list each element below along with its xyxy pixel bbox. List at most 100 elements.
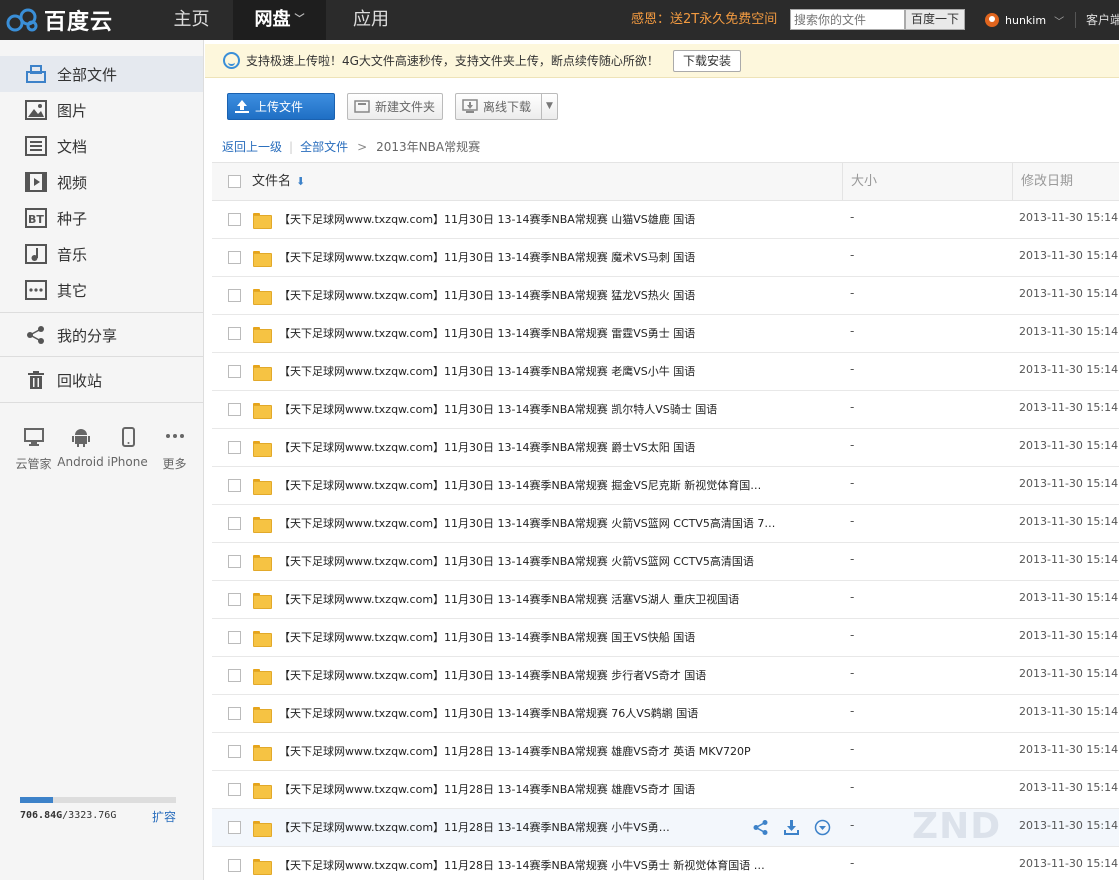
- table-row[interactable]: 【天下足球网www.txzqw.com】11月30日 13-14赛季NBA常规赛…: [212, 467, 1119, 505]
- table-row[interactable]: 【天下足球网www.txzqw.com】11月28日 13-14赛季NBA常规赛…: [212, 847, 1119, 880]
- row-checkbox[interactable]: [228, 745, 241, 758]
- device-links: 云管家 Android iPhone 更多: [10, 426, 198, 472]
- row-checkbox[interactable]: [228, 479, 241, 492]
- sidebar-item-torrents[interactable]: BT 种子: [0, 200, 203, 236]
- sidebar-item-music[interactable]: 音乐: [0, 236, 203, 272]
- file-name[interactable]: 【天下足球网www.txzqw.com】11月30日 13-14赛季NBA常规赛…: [279, 505, 775, 542]
- sidebar-item-all-files[interactable]: 全部文件: [0, 56, 203, 92]
- row-checkbox[interactable]: [228, 365, 241, 378]
- file-name[interactable]: 【天下足球网www.txzqw.com】11月28日 13-14赛季NBA常规赛…: [279, 771, 695, 808]
- file-date: 2013-11-30 15:14: [1019, 781, 1119, 794]
- row-checkbox[interactable]: [228, 517, 241, 530]
- file-name[interactable]: 【天下足球网www.txzqw.com】11月30日 13-14赛季NBA常规赛…: [279, 429, 695, 466]
- sidebar-item-videos[interactable]: 视频: [0, 164, 203, 200]
- chevron-down-icon[interactable]: ▼: [541, 94, 557, 119]
- upload-button[interactable]: 上传文件: [227, 93, 335, 120]
- file-name[interactable]: 【天下足球网www.txzqw.com】11月30日 13-14赛季NBA常规赛…: [279, 543, 754, 580]
- download-icon[interactable]: [783, 819, 800, 836]
- file-name[interactable]: 【天下足球网www.txzqw.com】11月30日 13-14赛季NBA常规赛…: [279, 277, 695, 314]
- row-checkbox[interactable]: [228, 441, 241, 454]
- sidebar-item-images[interactable]: 图片: [0, 92, 203, 128]
- file-name[interactable]: 【天下足球网www.txzqw.com】11月30日 13-14赛季NBA常规赛…: [279, 201, 695, 238]
- row-checkbox[interactable]: [228, 327, 241, 340]
- row-checkbox[interactable]: [228, 631, 241, 644]
- breadcrumb-back-link[interactable]: 返回上一级: [222, 138, 282, 155]
- table-row[interactable]: 【天下足球网www.txzqw.com】11月28日 13-14赛季NBA常规赛…: [212, 771, 1119, 809]
- file-name[interactable]: 【天下足球网www.txzqw.com】11月28日 13-14赛季NBA常规赛…: [279, 809, 670, 846]
- tab-netdisk[interactable]: 网盘 ﹀: [233, 0, 326, 40]
- tab-apps[interactable]: 应用: [326, 0, 416, 40]
- file-name[interactable]: 【天下足球网www.txzqw.com】11月30日 13-14赛季NBA常规赛…: [279, 353, 695, 390]
- table-row[interactable]: 【天下足球网www.txzqw.com】11月30日 13-14赛季NBA常规赛…: [212, 201, 1119, 239]
- table-row[interactable]: 【天下足球网www.txzqw.com】11月30日 13-14赛季NBA常规赛…: [212, 429, 1119, 467]
- column-header-date[interactable]: 修改日期: [1012, 163, 1119, 200]
- file-name[interactable]: 【天下足球网www.txzqw.com】11月30日 13-14赛季NBA常规赛…: [279, 619, 695, 656]
- logo[interactable]: 百度云: [0, 0, 150, 40]
- file-name[interactable]: 【天下足球网www.txzqw.com】11月30日 13-14赛季NBA常规赛…: [279, 581, 739, 618]
- row-checkbox[interactable]: [228, 669, 241, 682]
- tab-home-label: 主页: [173, 9, 210, 30]
- table-row[interactable]: 【天下足球网www.txzqw.com】11月30日 13-14赛季NBA常规赛…: [212, 277, 1119, 315]
- file-name[interactable]: 【天下足球网www.txzqw.com】11月30日 13-14赛季NBA常规赛…: [279, 391, 717, 428]
- row-checkbox[interactable]: [228, 859, 241, 872]
- column-header-name[interactable]: 文件名 ⬇: [252, 163, 305, 200]
- android-icon: [71, 429, 90, 447]
- select-all-checkbox[interactable]: [228, 175, 241, 188]
- promo-link[interactable]: 感恩：送2T永久免费空间: [631, 0, 777, 40]
- file-name[interactable]: 【天下足球网www.txzqw.com】11月28日 13-14赛季NBA常规赛…: [279, 847, 765, 880]
- table-row[interactable]: 【天下足球网www.txzqw.com】11月30日 13-14赛季NBA常规赛…: [212, 619, 1119, 657]
- sidebar-item-label: 回收站: [57, 371, 103, 390]
- sidebar-item-recycle-bin[interactable]: 回收站: [0, 362, 203, 398]
- row-checkbox[interactable]: [228, 783, 241, 796]
- file-name[interactable]: 【天下足球网www.txzqw.com】11月30日 13-14赛季NBA常规赛…: [279, 695, 698, 732]
- table-row[interactable]: 【天下足球网www.txzqw.com】11月30日 13-14赛季NBA常规赛…: [212, 505, 1119, 543]
- table-row[interactable]: 【天下足球网www.txzqw.com】11月30日 13-14赛季NBA常规赛…: [212, 657, 1119, 695]
- file-name[interactable]: 【天下足球网www.txzqw.com】11月30日 13-14赛季NBA常规赛…: [279, 239, 695, 276]
- file-name[interactable]: 【天下足球网www.txzqw.com】11月30日 13-14赛季NBA常规赛…: [279, 467, 761, 504]
- new-folder-button[interactable]: 新建文件夹: [347, 93, 443, 120]
- row-checkbox[interactable]: [228, 821, 241, 834]
- row-checkbox[interactable]: [228, 555, 241, 568]
- sidebar-item-documents[interactable]: 文档: [0, 128, 203, 164]
- device-iphone[interactable]: iPhone: [104, 426, 151, 472]
- table-row[interactable]: 【天下足球网www.txzqw.com】11月30日 13-14赛季NBA常规赛…: [212, 543, 1119, 581]
- client-link[interactable]: 客户端: [1086, 0, 1119, 40]
- phone-icon: [121, 427, 135, 447]
- file-name[interactable]: 【天下足球网www.txzqw.com】11月28日 13-14赛季NBA常规赛…: [279, 733, 751, 770]
- user-menu[interactable]: hunkim ﹀: [985, 0, 1064, 40]
- device-more[interactable]: 更多: [151, 426, 198, 472]
- file-size: -: [850, 476, 855, 490]
- row-checkbox[interactable]: [228, 403, 241, 416]
- table-row[interactable]: 【天下足球网www.txzqw.com】11月30日 13-14赛季NBA常规赛…: [212, 315, 1119, 353]
- table-row[interactable]: 【天下足球网www.txzqw.com】11月30日 13-14赛季NBA常规赛…: [212, 391, 1119, 429]
- share-icon[interactable]: [752, 819, 769, 836]
- device-desktop[interactable]: 云管家: [10, 426, 57, 472]
- table-row[interactable]: 【天下足球网www.txzqw.com】11月30日 13-14赛季NBA常规赛…: [212, 581, 1119, 619]
- table-row[interactable]: 【天下足球网www.txzqw.com】11月30日 13-14赛季NBA常规赛…: [212, 239, 1119, 277]
- table-row[interactable]: 【天下足球网www.txzqw.com】11月28日 13-14赛季NBA常规赛…: [212, 733, 1119, 771]
- device-android[interactable]: Android: [57, 426, 104, 472]
- breadcrumb-all-files-link[interactable]: 全部文件: [300, 138, 348, 155]
- row-checkbox[interactable]: [228, 213, 241, 226]
- file-name[interactable]: 【天下足球网www.txzqw.com】11月30日 13-14赛季NBA常规赛…: [279, 657, 706, 694]
- column-header-size[interactable]: 大小: [842, 163, 1012, 200]
- row-checkbox[interactable]: [228, 251, 241, 264]
- download-install-button[interactable]: 下载安装: [672, 49, 741, 72]
- row-checkbox[interactable]: [228, 289, 241, 302]
- expand-storage-link[interactable]: 扩容: [152, 808, 176, 825]
- table-row[interactable]: 【天下足球网www.txzqw.com】11月30日 13-14赛季NBA常规赛…: [212, 695, 1119, 733]
- row-checkbox[interactable]: [228, 707, 241, 720]
- search-input[interactable]: [790, 9, 905, 30]
- sidebar-divider: [0, 312, 203, 313]
- breadcrumb-current: 2013年NBA常规赛: [376, 140, 481, 154]
- more-options-icon[interactable]: [814, 819, 831, 836]
- table-row[interactable]: 【天下足球网www.txzqw.com】11月30日 13-14赛季NBA常规赛…: [212, 353, 1119, 391]
- device-label: 更多: [162, 457, 187, 471]
- row-checkbox[interactable]: [228, 593, 241, 606]
- sidebar-item-my-share[interactable]: 我的分享: [0, 317, 203, 353]
- file-name[interactable]: 【天下足球网www.txzqw.com】11月30日 13-14赛季NBA常规赛…: [279, 315, 695, 352]
- offline-download-button[interactable]: 离线下载 ▼: [455, 93, 558, 120]
- search-button[interactable]: 百度一下: [905, 9, 965, 30]
- tab-home[interactable]: 主页: [150, 0, 233, 40]
- sidebar-item-other[interactable]: 其它: [0, 272, 203, 308]
